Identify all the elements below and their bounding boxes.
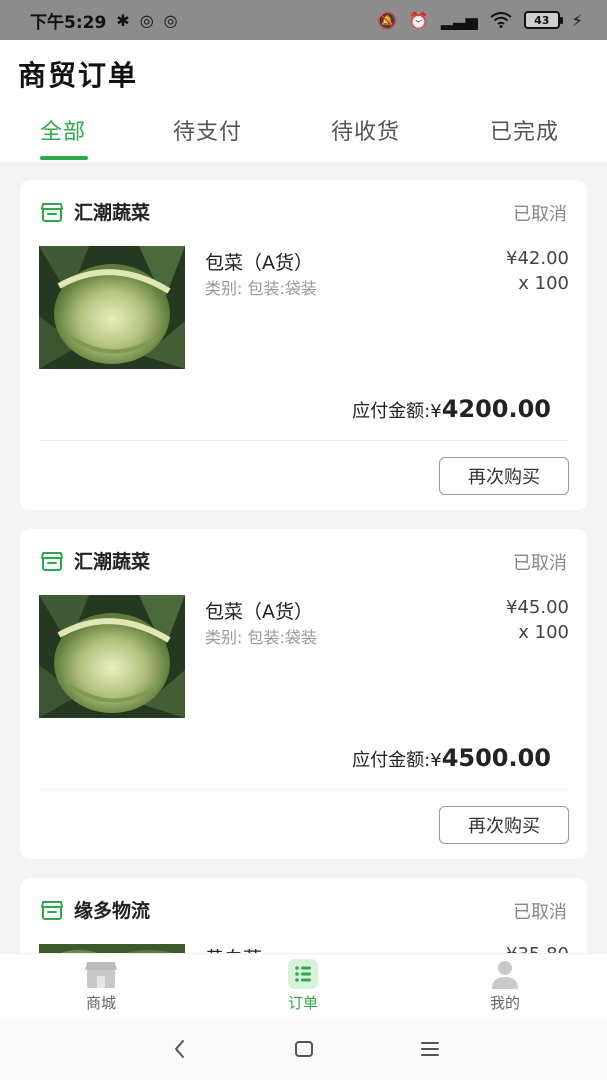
shop-header: 汇潮蔬菜 bbox=[40, 547, 150, 574]
product-image[interactable] bbox=[39, 595, 185, 718]
shop-icon bbox=[41, 900, 63, 920]
battery-level: 43 bbox=[534, 13, 550, 27]
page-header: 商贸订单 全部 待支付 待收货 已完成 bbox=[0, 40, 607, 162]
home-icon[interactable] bbox=[293, 1037, 315, 1061]
total-label: 应付金额:¥ bbox=[352, 750, 442, 771]
nav-label-store: 商城 bbox=[85, 994, 116, 1012]
store-icon bbox=[85, 962, 117, 988]
shop-name[interactable]: 缘多物流 bbox=[74, 896, 150, 923]
tab-completed[interactable]: 已完成 bbox=[490, 114, 559, 146]
total-amount: 4500.00 bbox=[441, 744, 551, 772]
shop-name[interactable]: 汇潮蔬菜 bbox=[74, 198, 150, 225]
quantity: x 100 bbox=[518, 273, 569, 294]
order-tabs: 全部 待支付 待收货 已完成 bbox=[0, 114, 607, 162]
total-amount: 4200.00 bbox=[441, 395, 551, 423]
system-nav-bar bbox=[0, 1019, 607, 1080]
status-bar: 下午5:29 ✱ ◎ ◎ 🔕 ⏰ ▂▃▅ 43 ⚡ bbox=[0, 0, 607, 40]
product-name[interactable]: 包菜（A货） bbox=[205, 248, 313, 275]
product-spec: 类别: 包装:袋装 bbox=[205, 279, 317, 298]
cabbage-photo bbox=[39, 595, 185, 718]
nav-label-orders: 订单 bbox=[287, 994, 318, 1012]
order-card[interactable]: 汇潮蔬菜 已取消 包菜（A货） 类别: 包装:袋装 ¥45.00 x 100 应… bbox=[20, 529, 587, 859]
battery-icon: 43 bbox=[523, 11, 563, 29]
order-card[interactable]: 汇潮蔬菜 已取消 包菜（A货） 类别: 包装:袋装 ¥42.00 x 100 应… bbox=[20, 180, 587, 510]
order-total: 应付金额:¥ 4500.00 bbox=[352, 744, 551, 772]
app-notification-icon-2: ◎ bbox=[163, 10, 178, 30]
shop-header: 汇潮蔬菜 bbox=[40, 198, 150, 225]
active-tab-indicator bbox=[40, 156, 88, 160]
signal-icon: ▂▃▅ bbox=[440, 10, 478, 30]
wifi-icon bbox=[490, 12, 512, 28]
quantity: x 100 bbox=[518, 622, 569, 643]
app-notification-icon: ◎ bbox=[139, 10, 154, 30]
product-spec: 类别: 包装:袋装 bbox=[205, 628, 317, 647]
order-status: 已取消 bbox=[513, 902, 567, 923]
divider bbox=[39, 789, 568, 790]
user-icon bbox=[492, 961, 518, 989]
order-status: 已取消 bbox=[513, 553, 567, 574]
shop-header: 缘多物流 bbox=[40, 896, 150, 923]
tab-pending-payment[interactable]: 待支付 bbox=[173, 114, 242, 146]
order-list-icon bbox=[288, 959, 318, 989]
nav-label-profile: 我的 bbox=[489, 994, 520, 1012]
bluetooth-icon: ✱ bbox=[116, 10, 130, 30]
order-total: 应付金额:¥ 4200.00 bbox=[352, 395, 551, 423]
alarm-icon: ⏰ bbox=[408, 10, 429, 30]
charging-icon: ⚡ bbox=[571, 10, 583, 30]
tab-pending-receipt[interactable]: 待收货 bbox=[331, 114, 400, 146]
tab-all[interactable]: 全部 bbox=[40, 114, 86, 146]
total-label: 应付金额:¥ bbox=[352, 401, 442, 422]
page-title: 商贸订单 bbox=[18, 59, 139, 92]
nav-item-orders[interactable]: 订单 bbox=[253, 958, 353, 1013]
product-image[interactable] bbox=[39, 246, 185, 369]
unit-price: ¥42.00 bbox=[506, 248, 569, 269]
mute-icon: 🔕 bbox=[377, 10, 397, 30]
menu-icon[interactable] bbox=[419, 1037, 441, 1061]
order-status: 已取消 bbox=[513, 204, 567, 225]
cabbage-photo bbox=[39, 246, 185, 369]
bottom-nav: 商城 订单 我的 bbox=[0, 953, 607, 1019]
status-time: 下午5:29 bbox=[30, 12, 107, 33]
shop-icon bbox=[41, 551, 63, 571]
nav-item-store[interactable]: 商城 bbox=[51, 958, 151, 1013]
buy-again-button[interactable]: 再次购买 bbox=[439, 457, 569, 495]
nav-item-profile[interactable]: 我的 bbox=[455, 958, 555, 1013]
back-icon[interactable] bbox=[170, 1037, 190, 1061]
unit-price: ¥45.00 bbox=[506, 597, 569, 618]
divider bbox=[39, 440, 568, 441]
shop-icon bbox=[41, 202, 63, 222]
shop-name[interactable]: 汇潮蔬菜 bbox=[74, 547, 150, 574]
buy-again-button[interactable]: 再次购买 bbox=[439, 806, 569, 844]
product-name[interactable]: 包菜（A货） bbox=[205, 597, 313, 624]
